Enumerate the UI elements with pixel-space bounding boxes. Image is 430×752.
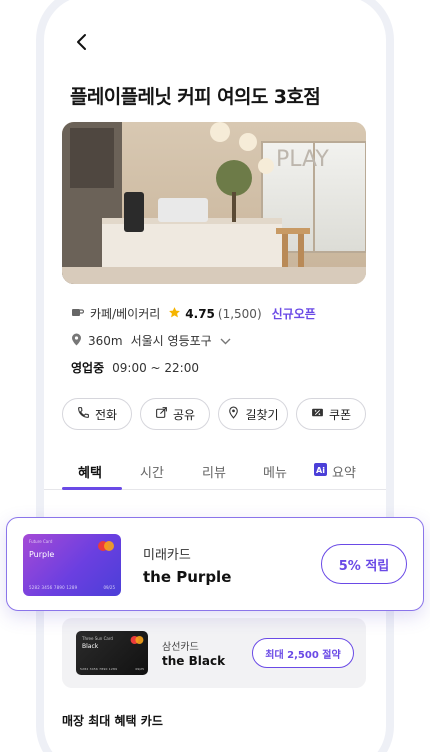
distance-text: 360m: [88, 333, 123, 348]
page-title: 플레이플레닛 커피 여의도 3호점: [70, 86, 321, 108]
category-text: 카페/베이커리: [90, 307, 161, 321]
chevron-down-icon[interactable]: [220, 334, 231, 348]
new-open-badge: 신규오픈: [271, 307, 316, 321]
location-pin-icon: [71, 333, 82, 349]
mastercard-icon: [98, 541, 114, 551]
call-button[interactable]: 전화: [62, 398, 132, 430]
benefit-badge[interactable]: 최대 2,500 절약: [252, 638, 354, 668]
tab-benefits[interactable]: 혜택: [78, 462, 102, 481]
purple-card-image: Future Card Purple 5282 3456 7890 1289 0…: [23, 534, 121, 596]
card-name: the Black: [162, 654, 226, 668]
share-label: 공유: [172, 407, 196, 422]
app-screen: 플레이플레닛 커피 여의도 3호점 PLAY 카페/베이커리 4.75 (1,5…: [44, 0, 386, 752]
cafe-interior-image: PLAY: [62, 122, 366, 284]
card-issuer: 삼선카드: [162, 642, 199, 653]
coupon-button[interactable]: 쿠폰: [296, 398, 366, 430]
cafe-cup-icon: [71, 306, 85, 321]
tab-summary[interactable]: Ai 요약: [314, 462, 356, 481]
active-tab-indicator: [62, 487, 122, 490]
review-count: (1,500): [217, 306, 262, 321]
directions-icon: [227, 406, 240, 422]
call-label: 전화: [94, 407, 118, 422]
ai-icon: Ai: [314, 463, 327, 480]
store-photo[interactable]: PLAY: [62, 122, 366, 284]
black-card-image: Three Sun Card Black 5282 3456 7890 1289…: [76, 631, 148, 675]
phone-frame: 플레이플레닛 커피 여의도 3호점 PLAY 카페/베이커리 4.75 (1,5…: [36, 0, 394, 752]
tab-hours[interactable]: 시간: [140, 462, 164, 481]
store-meta-row: 카페/베이커리 4.75 (1,500) 신규오픈: [71, 305, 316, 322]
tab-bar: 혜택 시간 리뷰 메뉴 Ai 요약: [44, 456, 386, 490]
hours-row: 영업중 09:00 ~ 22:00: [71, 359, 199, 376]
back-button[interactable]: [72, 32, 92, 52]
card-brand-text: Three Sun Card: [82, 636, 113, 641]
location-row[interactable]: 360m 서울시 영등포구: [71, 332, 237, 349]
card-brand-text: Future Card: [29, 539, 53, 544]
svg-text:Ai: Ai: [316, 466, 325, 475]
directions-button[interactable]: 길찾기: [218, 398, 288, 430]
card-number-text: 5282 3456 7890 1289: [80, 667, 118, 671]
tab-reviews[interactable]: 리뷰: [202, 462, 226, 481]
tab-summary-label: 요약: [332, 466, 356, 481]
section-title: 매장 최대 혜택 카드: [62, 714, 163, 728]
hours-text: 09:00 ~ 22:00: [112, 360, 199, 375]
coupon-label: 쿠폰: [328, 407, 352, 422]
benefit-badge[interactable]: 5% 적립: [321, 544, 407, 584]
card-name: the Purple: [143, 568, 232, 586]
chevron-left-icon: [77, 34, 86, 50]
star-icon: [168, 306, 181, 322]
phone-icon: [77, 406, 90, 422]
address-text: 서울시 영등포구: [130, 334, 212, 348]
featured-card-benefit[interactable]: Future Card Purple 5282 3456 7890 1289 0…: [6, 517, 424, 611]
share-icon: [155, 406, 168, 422]
card-label-text: Purple: [29, 550, 55, 559]
card-benefit-row[interactable]: Three Sun Card Black 5282 3456 7890 1289…: [62, 618, 366, 688]
action-buttons: 전화 공유 길찾기 쿠폰: [62, 398, 366, 430]
card-number-text: 5282 3456 7890 1289: [29, 585, 78, 590]
mastercard-icon: [130, 636, 144, 644]
directions-label: 길찾기: [245, 407, 279, 422]
card-expiry-text: 09/25: [135, 667, 144, 671]
card-issuer: 미래카드: [143, 548, 191, 563]
rating-value: 4.75: [185, 306, 215, 321]
card-expiry-text: 09/25: [103, 585, 115, 590]
window-sign: PLAY: [276, 147, 329, 172]
coupon-icon: [311, 406, 324, 422]
share-button[interactable]: 공유: [140, 398, 210, 430]
tab-menu[interactable]: 메뉴: [263, 462, 287, 481]
open-status: 영업중: [71, 361, 105, 375]
card-label-text: Black: [82, 643, 99, 650]
